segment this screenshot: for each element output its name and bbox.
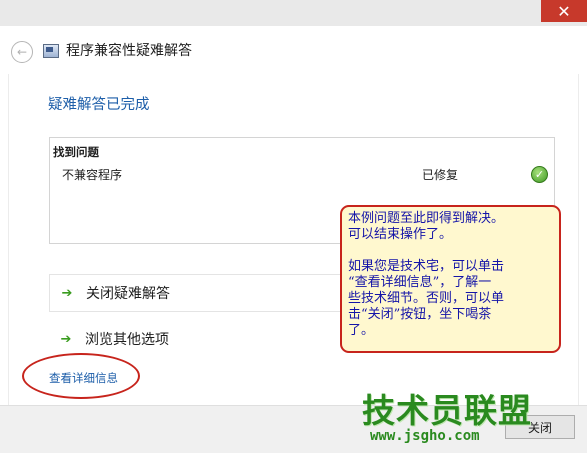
navigation-bar: ← 程序兼容性疑难解答 <box>0 26 587 74</box>
callout-line: “查看详细信息”，了解一 <box>348 275 492 290</box>
window-close-button[interactable]: ✕ <box>541 0 587 22</box>
callout-line: 如果您是技术宅，可以单击 <box>348 259 505 274</box>
option-label: 关闭疑难解答 <box>86 286 170 302</box>
callout-line: 可以结束操作了。 <box>348 227 453 242</box>
problems-header: 找到问题 <box>53 145 99 159</box>
check-icon: ✓ <box>531 166 548 183</box>
close-icon: ✕ <box>557 1 571 21</box>
window-titlebar: ✕ <box>0 0 587 26</box>
problem-status: 已修复 <box>422 168 459 182</box>
callout-line: 击“关闭”按钮，坐下喝茶 <box>348 307 492 322</box>
watermark-url: www.jsgho.com <box>370 428 480 444</box>
back-button[interactable]: ← <box>11 41 33 63</box>
problem-name: 不兼容程序 <box>62 168 123 182</box>
explore-other-options[interactable]: ➔ 浏览其他选项 <box>49 320 359 358</box>
troubleshooter-icon <box>43 44 59 58</box>
option-label: 浏览其他选项 <box>85 332 169 348</box>
callout-line: 本例问题至此即得到解决。 <box>348 211 505 226</box>
callout-line: 了。 <box>348 323 375 338</box>
arrow-right-icon: ➔ <box>61 285 73 301</box>
watermark-logo: 技术员联盟 <box>362 391 532 430</box>
close-troubleshooter-option[interactable]: ➔ 关闭疑难解答 <box>49 274 359 312</box>
window-title: 程序兼容性疑难解答 <box>66 43 192 59</box>
highlight-ellipse <box>22 353 140 399</box>
annotation-callout: 本例问题至此即得到解决。 可以结束操作了。 如果您是技术宅，可以单击 “查看详细… <box>340 205 561 353</box>
page-heading: 疑难解答已完成 <box>48 97 150 113</box>
callout-line: 些技术细节。否则，可以单 <box>348 291 505 306</box>
back-arrow-icon: ← <box>16 45 28 59</box>
arrow-right-icon: ➔ <box>60 331 72 347</box>
